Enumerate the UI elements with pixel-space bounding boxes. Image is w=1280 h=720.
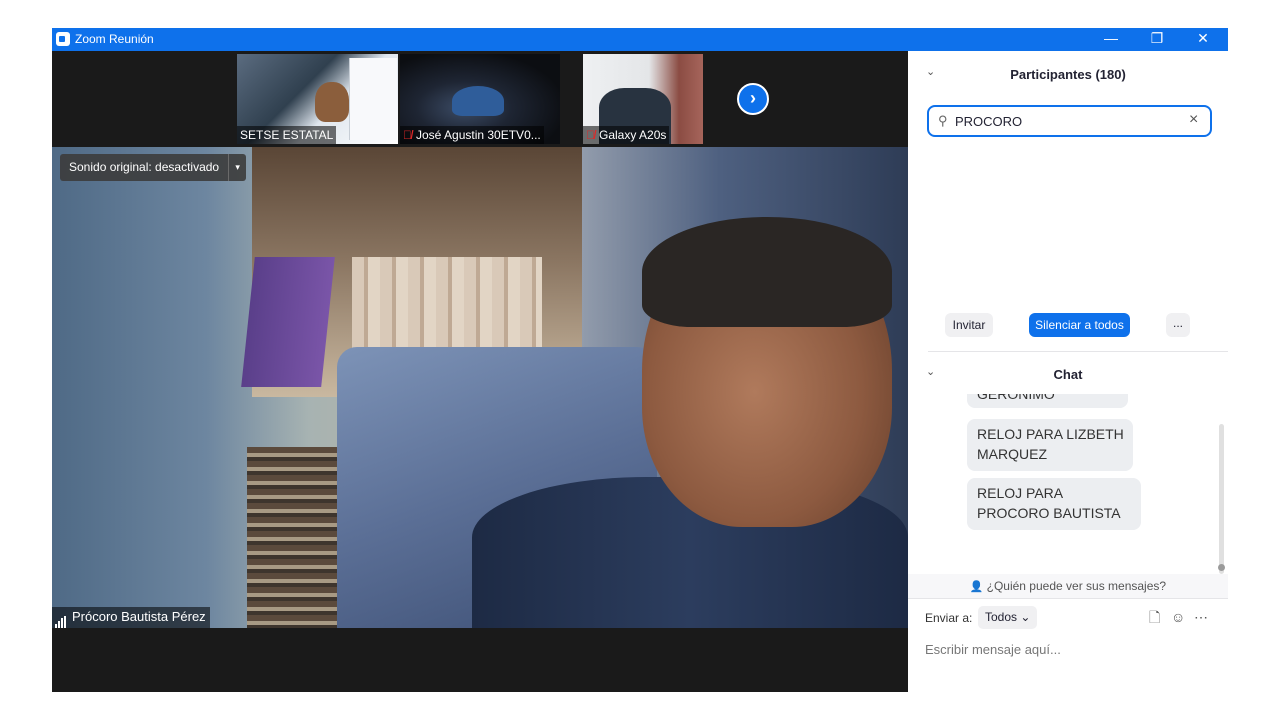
- next-page-arrow-icon[interactable]: ›: [737, 83, 769, 115]
- clear-search-icon[interactable]: ×: [1189, 111, 1198, 129]
- participants-header[interactable]: ⌄ Participantes (180): [908, 59, 1228, 89]
- user-visibility-icon: 👤: [969, 581, 984, 593]
- participant-search-field[interactable]: ⚲ ×: [927, 105, 1212, 137]
- right-panel: ⌄ Participantes (180) ⚲ × Invitar Silenc…: [908, 51, 1228, 692]
- thumbnail-strip: SETSE ESTATAL 🎙̸ José Agustin 30ETV0... 🎙…: [52, 51, 908, 147]
- divider: [928, 351, 1228, 352]
- title-bar: Zoom Reunión — ❐ ✕: [52, 28, 1228, 51]
- shared-screen-image: [349, 58, 397, 140]
- invite-button[interactable]: Invitar: [945, 313, 993, 337]
- send-to-dropdown[interactable]: Todos ⌄: [978, 606, 1037, 629]
- background-books: [241, 257, 335, 387]
- chevron-down-icon[interactable]: ▾: [228, 154, 246, 181]
- speaker-name-label: Prócoro Bautista Pérez: [52, 607, 210, 628]
- participant-name: 🎙̸ Galaxy A20s: [583, 126, 670, 144]
- original-sound-toggle[interactable]: Sonido original: desactivado ▾: [60, 154, 247, 181]
- participant-video-image: [452, 86, 504, 116]
- chat-message-input[interactable]: [925, 639, 1215, 659]
- participant-thumbnail[interactable]: 🎙̸ José Agustin 30ETV0...: [400, 54, 560, 144]
- window-title: Zoom Reunión: [75, 32, 154, 46]
- speaker-hair: [642, 217, 892, 327]
- restore-button[interactable]: ❐: [1134, 28, 1180, 51]
- chat-message: GERONIMO: [967, 394, 1128, 408]
- original-sound-label[interactable]: Sonido original: desactivado: [60, 154, 228, 181]
- more-icon[interactable]: ⋯: [1194, 608, 1208, 626]
- chat-message: RELOJ PARA LIZBETH MARQUEZ: [967, 419, 1133, 471]
- search-icon: ⚲: [938, 113, 948, 128]
- zoom-app-icon: [56, 32, 70, 46]
- chat-header[interactable]: ⌄ Chat: [908, 359, 1228, 389]
- signal-strength-icon: [55, 609, 67, 628]
- file-icon[interactable]: 🗋: [1149, 608, 1160, 626]
- mic-muted-icon: 🎙̸: [403, 128, 412, 142]
- who-can-see-link[interactable]: 👤 ¿Quién puede ver sus mensajes?: [908, 574, 1228, 598]
- video-area: SETSE ESTATAL 🎙̸ José Agustin 30ETV0... 🎙…: [52, 51, 908, 692]
- minimize-button[interactable]: —: [1088, 28, 1134, 51]
- zoom-window: Zoom Reunión — ❐ ✕ SETSE ESTATAL 🎙̸ José …: [52, 28, 1228, 692]
- chat-message: RELOJ PARA PROCORO BAUTISTA: [967, 478, 1141, 530]
- active-speaker-video: Sonido original: desactivado ▾ Prócoro Ba…: [52, 147, 908, 628]
- chat-scrollbar[interactable]: [1219, 424, 1224, 574]
- chat-message-list[interactable]: GERONIMO RELOJ PARA LIZBETH MARQUEZ RELO…: [908, 394, 1228, 574]
- mute-all-button[interactable]: Silenciar a todos: [1029, 313, 1130, 337]
- close-button[interactable]: ✕: [1180, 28, 1226, 51]
- participant-video-image: [315, 82, 349, 122]
- participant-name: 🎙̸ José Agustin 30ETV0...: [400, 126, 544, 144]
- participant-thumbnail[interactable]: 🎙̸ Galaxy A20s: [583, 54, 703, 144]
- mic-muted-icon: 🎙̸: [586, 128, 595, 142]
- chevron-down-icon: ⌄: [1020, 610, 1031, 624]
- participant-search-input[interactable]: [955, 112, 1185, 130]
- participants-title: Participantes (180): [1010, 67, 1126, 82]
- participant-name: SETSE ESTATAL: [237, 126, 337, 144]
- chat-scrollbar-thumb[interactable]: [1218, 564, 1225, 571]
- chat-title: Chat: [1053, 367, 1083, 382]
- send-to-label: Enviar a:: [925, 611, 973, 625]
- divider: [908, 598, 1228, 599]
- more-options-button[interactable]: ...: [1166, 313, 1190, 337]
- emoji-icon[interactable]: ☺: [1171, 608, 1185, 626]
- participant-thumbnail[interactable]: SETSE ESTATAL: [237, 54, 398, 144]
